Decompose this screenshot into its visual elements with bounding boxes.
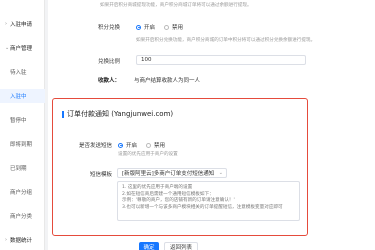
title-accent-bar: [62, 110, 64, 118]
recipient-label: 收款人：: [97, 78, 120, 84]
exchange-ratio-input[interactable]: 100: [136, 55, 306, 65]
send-sms-label: 是否发送短信: [78, 143, 112, 149]
radio-unchecked-icon: [164, 24, 169, 30]
sms-template-select[interactable]: [新版阿里云]多商户订单支付短信通知 ⌄: [117, 168, 227, 178]
points-exchange-description: 如果开启积分兑换功能，商户积分商城的订单中积分将可以通过积分兑换余额进行提现。: [136, 38, 316, 43]
submit-button[interactable]: 确定: [139, 242, 159, 250]
sidebar-item-label: 已到期: [10, 166, 27, 172]
sidebar-item-label: 商户分组: [10, 190, 33, 196]
sidebar-item-statistics[interactable]: › 数据统计: [0, 233, 45, 247]
sidebar-item-label: 入驻中: [10, 94, 27, 100]
chevron-down-icon: ⌄: [218, 170, 223, 176]
exchange-ratio-label: 兑换比例: [97, 59, 120, 65]
sms-template-label: 短信模板: [89, 172, 112, 178]
sms-template-hints: 1. 这里的优先应用于商户端的设置 2.如在短信商后需建一个通用短信模板如下： …: [117, 181, 300, 221]
sidebar-item-label: 商户管理: [10, 46, 33, 52]
back-to-list-button[interactable]: 返回列表: [164, 242, 198, 250]
points-exchange-label: 积分兑换: [97, 25, 120, 31]
sidebar-item-label: 入驻申请: [10, 22, 33, 28]
sidebar-item-label: 商户分类: [10, 214, 33, 220]
sidebar-item-label: 待入驻: [10, 70, 27, 76]
sidebar: › 入驻申请 ⌄ 商户管理 待入驻 入驻中 暂停中 即将到期 已到期 商户分组 …: [0, 0, 45, 250]
sidebar-item-active-merchants[interactable]: 入驻中: [0, 89, 45, 103]
sidebar-item-expired[interactable]: 已到期: [0, 161, 45, 175]
sidebar-item-merchant-categories[interactable]: 商户分类: [0, 209, 45, 223]
send-sms-off-radio[interactable]: 禁用: [146, 141, 165, 149]
section-title: 订单付款通知 (Yangjunwei.com): [62, 109, 173, 119]
sidebar-item-join-apply[interactable]: › 入驻申请: [0, 17, 45, 31]
sidebar-item-expiring[interactable]: 即将到期: [0, 137, 45, 151]
sidebar-item-merchant-manage[interactable]: ⌄ 商户管理: [0, 41, 45, 55]
sidebar-item-label: 暂停中: [10, 118, 27, 124]
sidebar-item-label: 数据统计: [10, 238, 33, 244]
send-sms-description: 设置的优先应用于商户的设置: [118, 152, 178, 157]
points-exchange-off-radio[interactable]: 禁用: [164, 23, 183, 31]
radio-unchecked-icon: [146, 142, 151, 148]
withdraw-description: 如果开启积分商城提现功能，商户积分商城订单将可以通过余额进行提现。: [100, 3, 252, 8]
radio-checked-icon: [136, 24, 141, 30]
recipient-value: 与商户结算收款人为同一人: [134, 78, 201, 84]
sidebar-item-label: 即将到期: [10, 142, 33, 148]
points-exchange-on-radio[interactable]: 开启: [136, 23, 155, 31]
radio-checked-icon: [118, 142, 123, 148]
sidebar-item-merchant-groups[interactable]: 商户分组: [0, 185, 45, 199]
sidebar-item-paused[interactable]: 暂停中: [0, 113, 45, 127]
sidebar-item-pending[interactable]: 待入驻: [0, 65, 45, 79]
send-sms-on-radio[interactable]: 开启: [118, 141, 137, 149]
